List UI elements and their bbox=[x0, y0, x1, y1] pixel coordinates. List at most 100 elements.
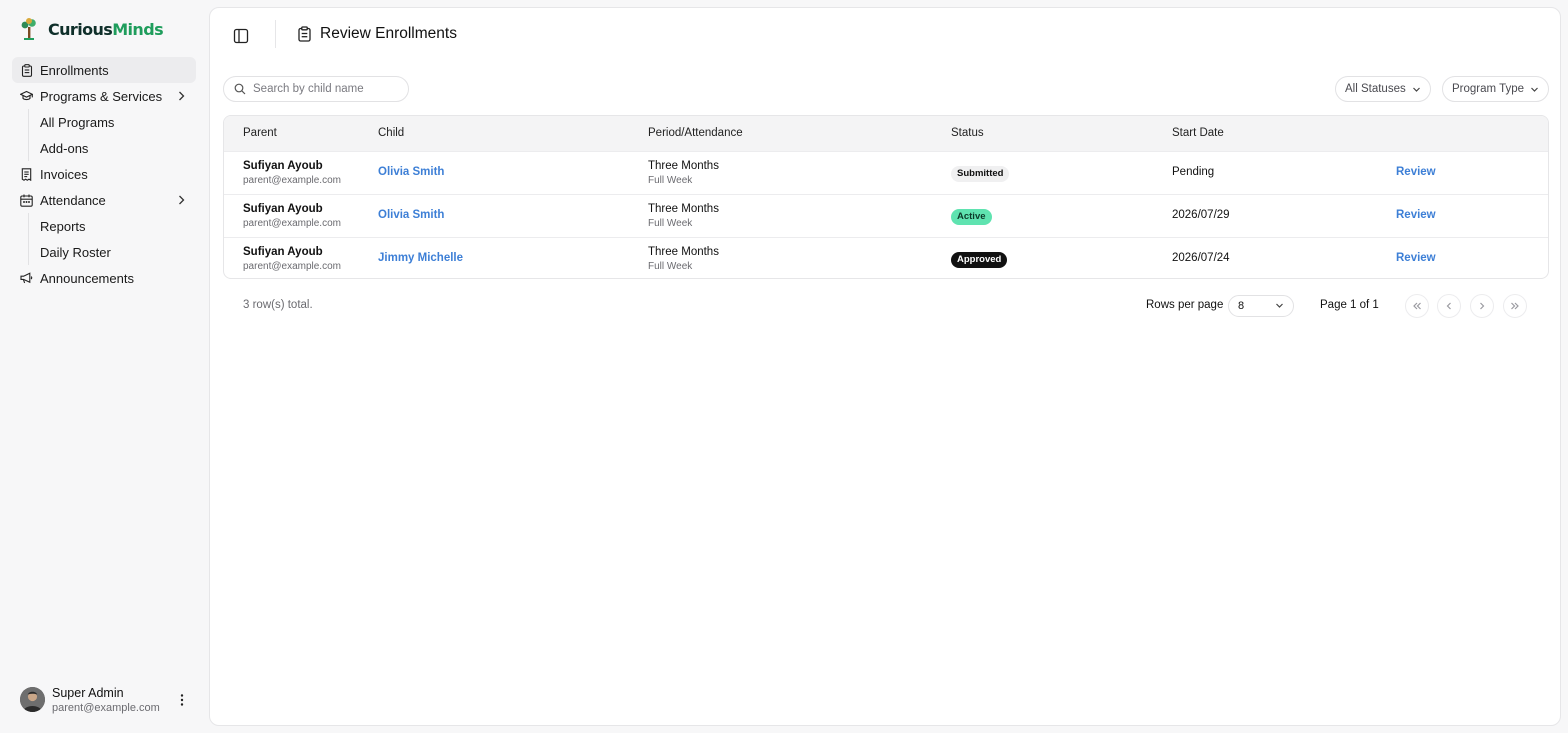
status-filter-label: All Statuses bbox=[1345, 83, 1406, 95]
chevrons-left-icon bbox=[1413, 302, 1421, 310]
status-badge: Active bbox=[951, 209, 992, 225]
clipboard-icon bbox=[20, 63, 33, 77]
sidebar-item-all-programs[interactable]: All Programs bbox=[40, 109, 196, 135]
program-type-filter[interactable]: Program Type bbox=[1442, 76, 1550, 102]
status-badge: Approved bbox=[951, 252, 1008, 268]
avatar bbox=[20, 687, 45, 712]
next-page-button[interactable] bbox=[1470, 294, 1494, 318]
sidebar-item-label: Attendance bbox=[40, 192, 106, 208]
review-link[interactable]: Review bbox=[1396, 166, 1436, 178]
calendar-icon bbox=[20, 194, 33, 207]
status-badge: Submitted bbox=[951, 166, 1010, 182]
sidebar-item-enrollments[interactable]: Enrollments bbox=[12, 57, 196, 83]
search-input[interactable] bbox=[253, 83, 393, 95]
sidebar: CuriousMinds Enrollments Programs & Serv… bbox=[0, 0, 209, 733]
period: Three Months bbox=[648, 203, 719, 215]
rows-per-page-value: 8 bbox=[1238, 300, 1245, 312]
search-icon bbox=[234, 83, 246, 95]
table-row: Sufiyan Ayoub parent@example.com Olivia … bbox=[224, 194, 1548, 237]
child-link[interactable]: Jimmy Michelle bbox=[378, 252, 463, 264]
chevron-down-icon bbox=[1276, 303, 1283, 308]
clipboard-icon bbox=[298, 26, 311, 42]
table-header: Parent Child Period/Attendance Status St… bbox=[224, 116, 1548, 151]
child-link[interactable]: Olivia Smith bbox=[378, 166, 444, 178]
period: Three Months bbox=[648, 160, 719, 172]
sidebar-item-attendance[interactable]: Attendance bbox=[12, 187, 196, 213]
sidebar-item-reports[interactable]: Reports bbox=[40, 213, 196, 239]
start-date: 2026/07/24 bbox=[1172, 252, 1230, 264]
sidebar-item-daily-roster[interactable]: Daily Roster bbox=[40, 239, 196, 265]
start-date: 2026/07/29 bbox=[1172, 209, 1230, 221]
table-row: Sufiyan Ayoub parent@example.com Olivia … bbox=[224, 151, 1548, 194]
tree-logo-icon bbox=[21, 18, 36, 40]
sidebar-toggle-icon[interactable] bbox=[232, 27, 250, 45]
sidebar-item-invoices[interactable]: Invoices bbox=[12, 161, 196, 187]
megaphone-icon bbox=[20, 272, 33, 285]
page-info: Page 1 of 1 bbox=[1320, 299, 1379, 311]
table-row: Sufiyan Ayoub parent@example.com Jimmy M… bbox=[224, 237, 1548, 278]
column-header-child[interactable]: Child bbox=[378, 127, 404, 139]
sidebar-item-label: Announcements bbox=[40, 270, 134, 286]
chevron-down-icon bbox=[1412, 87, 1420, 92]
parent-name: Sufiyan Ayoub bbox=[243, 160, 323, 172]
review-link[interactable]: Review bbox=[1396, 209, 1436, 221]
previous-page-button[interactable] bbox=[1437, 294, 1461, 318]
sidebar-item-label: All Programs bbox=[40, 114, 115, 130]
search-box[interactable] bbox=[223, 76, 409, 102]
sidebar-subnav-attendance: Reports Daily Roster bbox=[28, 213, 196, 265]
parent-name: Sufiyan Ayoub bbox=[243, 203, 323, 215]
sidebar-item-announcements[interactable]: Announcements bbox=[12, 265, 196, 291]
page-title: Review Enrollments bbox=[297, 25, 457, 43]
rows-per-page-select[interactable]: 8 bbox=[1228, 295, 1294, 317]
chevron-right-icon bbox=[179, 195, 185, 205]
page-title-text: Review Enrollments bbox=[320, 25, 457, 42]
parent-email: parent@example.com bbox=[243, 175, 341, 186]
sidebar-item-label: Add-ons bbox=[40, 140, 89, 156]
review-link[interactable]: Review bbox=[1396, 252, 1436, 264]
receipt-icon bbox=[20, 167, 33, 181]
attendance: Full Week bbox=[648, 175, 693, 186]
column-header-start-date[interactable]: Start Date bbox=[1172, 127, 1224, 139]
sidebar-subnav-programs: All Programs Add-ons bbox=[28, 109, 196, 161]
graduation-cap-icon bbox=[20, 90, 33, 103]
sidebar-item-label: Enrollments bbox=[40, 62, 109, 78]
column-header-period[interactable]: Period/Attendance bbox=[648, 127, 743, 139]
user-profile[interactable]: Super Admin parent@example.com bbox=[20, 686, 192, 716]
status-filter[interactable]: All Statuses bbox=[1335, 76, 1431, 102]
enrollments-table: Parent Child Period/Attendance Status St… bbox=[223, 115, 1549, 279]
sidebar-item-label: Reports bbox=[40, 218, 86, 234]
user-email: parent@example.com bbox=[52, 702, 160, 714]
column-header-parent[interactable]: Parent bbox=[243, 127, 277, 139]
sidebar-item-label: Daily Roster bbox=[40, 244, 111, 260]
chevrons-right-icon bbox=[1511, 302, 1519, 310]
sidebar-nav: Enrollments Programs & Services All Prog… bbox=[12, 57, 196, 291]
divider bbox=[275, 20, 276, 48]
period: Three Months bbox=[648, 246, 719, 258]
rows-per-page-label: Rows per page bbox=[1146, 299, 1224, 311]
brand-logo[interactable]: CuriousMinds bbox=[20, 16, 164, 42]
user-name: Super Admin bbox=[52, 686, 124, 700]
sidebar-item-add-ons[interactable]: Add-ons bbox=[40, 135, 196, 161]
chevron-left-icon bbox=[1446, 302, 1451, 310]
attendance: Full Week bbox=[648, 261, 693, 272]
row-count: 3 row(s) total. bbox=[243, 299, 313, 311]
more-vertical-icon[interactable] bbox=[178, 693, 186, 707]
main-panel: Review Enrollments All Statuses Program … bbox=[209, 7, 1561, 726]
brand-name-part2: Minds bbox=[112, 19, 163, 39]
program-type-filter-label: Program Type bbox=[1452, 83, 1525, 95]
first-page-button[interactable] bbox=[1405, 294, 1429, 318]
child-link[interactable]: Olivia Smith bbox=[378, 209, 444, 221]
brand-name-part1: Curious bbox=[48, 19, 113, 39]
parent-email: parent@example.com bbox=[243, 261, 341, 272]
sidebar-item-label: Programs & Services bbox=[40, 88, 163, 104]
column-header-status[interactable]: Status bbox=[951, 127, 984, 139]
last-page-button[interactable] bbox=[1503, 294, 1527, 318]
top-bar: Review Enrollments bbox=[210, 8, 1560, 64]
parent-name: Sufiyan Ayoub bbox=[243, 246, 323, 258]
sidebar-item-label: Invoices bbox=[40, 166, 88, 182]
chevron-right-icon bbox=[179, 91, 185, 101]
chevron-right-icon bbox=[1480, 302, 1485, 310]
sidebar-item-programs-services[interactable]: Programs & Services bbox=[12, 83, 196, 109]
brand-name: CuriousMinds bbox=[48, 19, 164, 39]
attendance: Full Week bbox=[648, 218, 693, 229]
